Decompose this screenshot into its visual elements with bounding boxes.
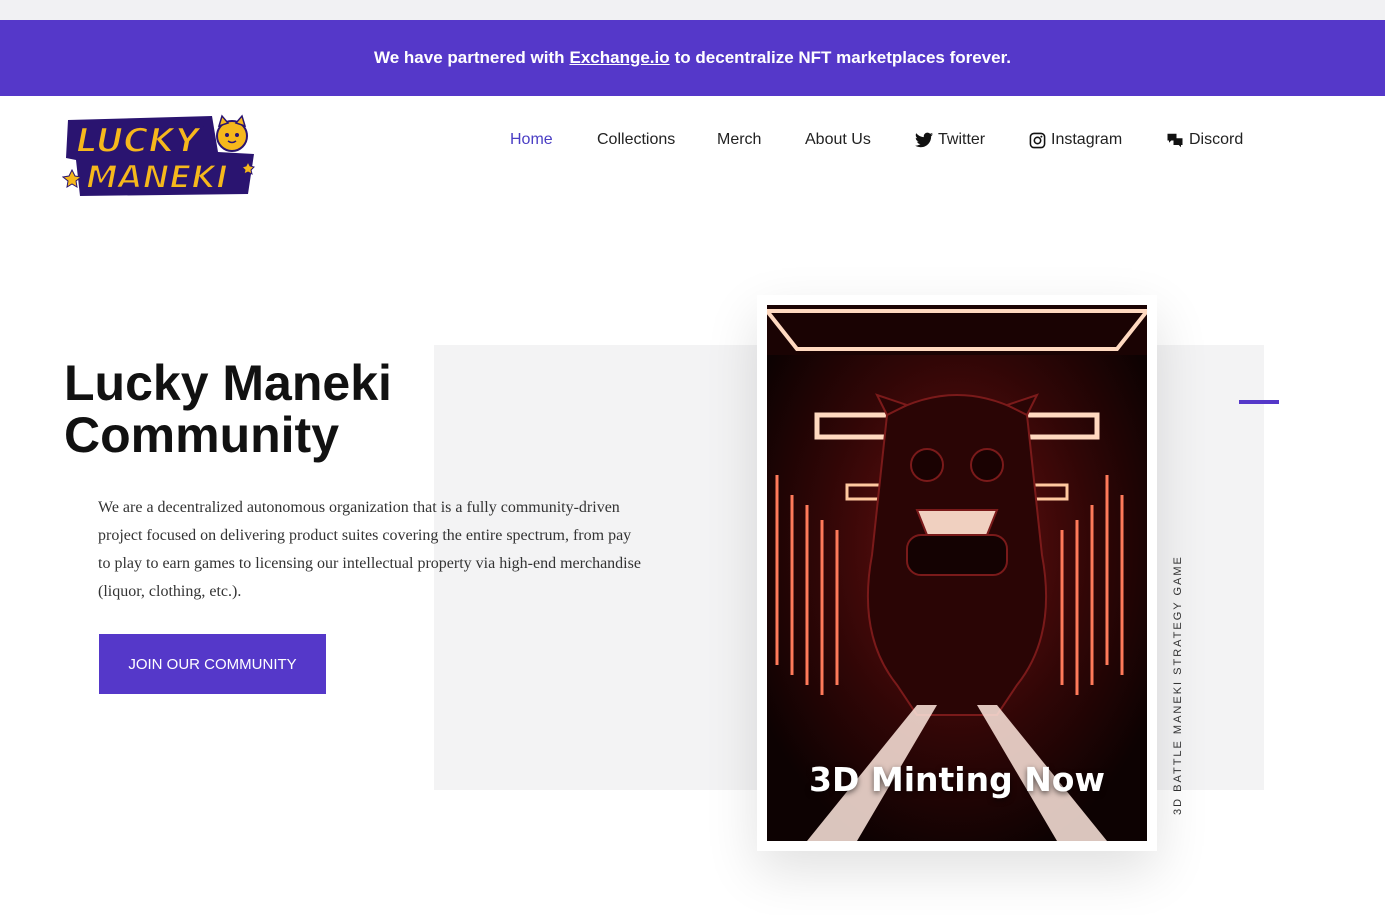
- nav-about[interactable]: About Us: [805, 131, 915, 149]
- nav-home-label: Home: [510, 131, 553, 148]
- nav-instagram-label: Instagram: [1051, 131, 1123, 148]
- top-strip: [0, 0, 1385, 20]
- vertical-label: 3D BATTLE MANEKI STRATEGY GAME: [1172, 555, 1184, 815]
- hero-title-line2: Community: [64, 407, 339, 463]
- nav-merch[interactable]: Merch: [717, 131, 805, 149]
- maneki-cat-icon: [216, 114, 248, 152]
- discord-icon: [1167, 133, 1183, 147]
- announcement-text-after: to decentralize NFT marketplaces forever…: [674, 48, 1011, 67]
- nav-merch-label: Merch: [717, 131, 762, 148]
- join-community-button[interactable]: JOIN OUR COMMUNITY: [99, 634, 326, 694]
- announcement-bar: We have partnered with Exchange.io to de…: [0, 20, 1385, 96]
- hero-description: We are a decentralized autonomous organi…: [98, 499, 641, 600]
- nav-instagram[interactable]: Instagram: [1029, 131, 1166, 149]
- nav-discord-label: Discord: [1189, 131, 1244, 148]
- accent-dash: [1239, 400, 1279, 404]
- announcement-text-before: We have partnered with: [373, 48, 565, 67]
- minting-card-image: 3D Minting Now: [767, 305, 1147, 841]
- nav-twitter[interactable]: Twitter: [915, 131, 1029, 149]
- nav-home[interactable]: Home: [510, 131, 597, 149]
- card-caption: 3D Minting Now: [809, 760, 1105, 799]
- nav-discord[interactable]: Discord: [1166, 131, 1243, 149]
- lucky-maneki-logo[interactable]: LUCKY MANEKI: [61, 112, 262, 198]
- hero-title-line1: Lucky Maneki: [64, 355, 392, 411]
- nav-twitter-label: Twitter: [938, 131, 986, 148]
- nav-about-label: About Us: [805, 131, 871, 148]
- nav-collections-label: Collections: [597, 131, 676, 148]
- logo-line1: LUCKY: [76, 121, 203, 161]
- nav-collections[interactable]: Collections: [597, 131, 717, 149]
- exchange-link[interactable]: Exchange.io: [570, 48, 670, 68]
- logo-line2: MANEKI: [86, 158, 228, 196]
- twitter-icon: [915, 132, 933, 148]
- hero-title: Lucky Maneki Community: [64, 357, 392, 461]
- main-nav: Home Collections Merch About Us Twitter …: [510, 131, 1243, 149]
- minting-card[interactable]: 3D Minting Now: [757, 295, 1157, 851]
- instagram-icon: [1029, 132, 1046, 148]
